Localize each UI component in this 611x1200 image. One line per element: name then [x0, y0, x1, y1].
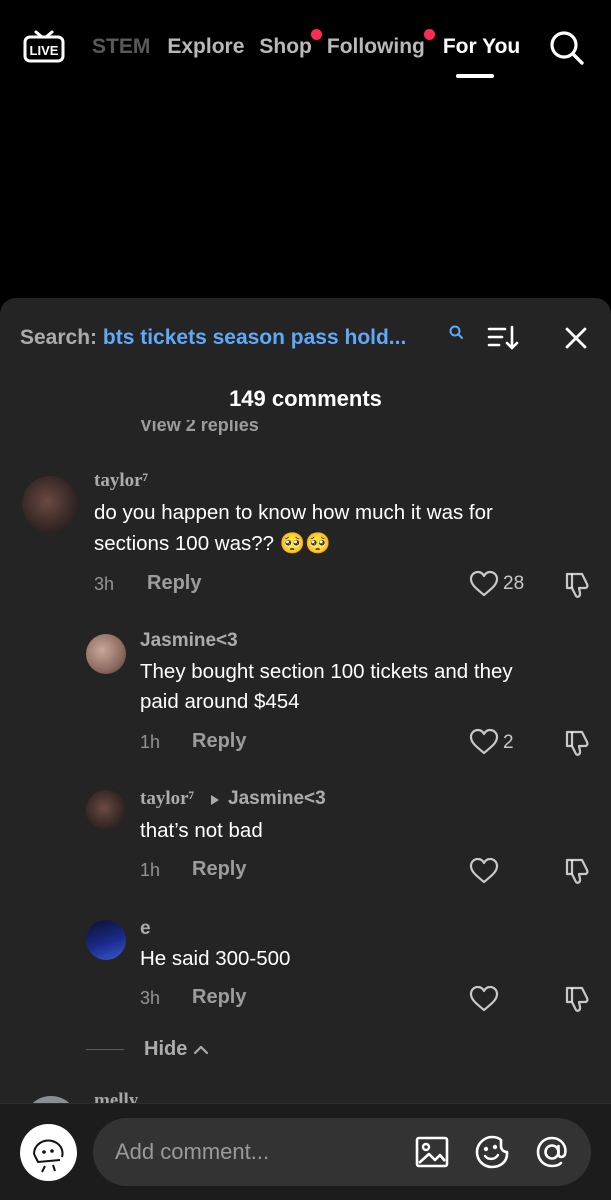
heart-icon[interactable] [469, 857, 499, 885]
tab-explore-label: Explore [167, 35, 245, 58]
sheet-header: Search: bts tickets season pass hold... [0, 298, 611, 378]
reply-text-line-1: that’s not bad [140, 819, 263, 842]
avatar[interactable] [86, 634, 126, 674]
comment-text-line-1: do you happen to know how much it was fo… [94, 501, 493, 524]
reply-time: 1h [140, 860, 161, 880]
reply-button[interactable]: Reply [147, 572, 201, 595]
reply-button[interactable]: Reply [192, 858, 246, 881]
avatar[interactable] [86, 920, 126, 960]
live-icon[interactable]: LIVE [22, 28, 66, 66]
notification-dot [423, 29, 435, 40]
comment-time: 3h [94, 574, 115, 594]
comment-count: 149 comments [229, 386, 382, 411]
reply-username[interactable]: e [140, 918, 151, 940]
mention-icon[interactable] [534, 1134, 570, 1170]
heart-icon[interactable] [469, 570, 499, 598]
heart-icon[interactable] [469, 728, 499, 756]
comments-sheet: Search: bts tickets season pass hold... … [0, 298, 611, 1200]
nav-tabs: STEM Explore Shop Following For You [92, 29, 520, 64]
hide-replies-button[interactable]: Hide [86, 1038, 209, 1061]
dislike-icon[interactable] [562, 570, 592, 600]
chevron-up-icon [194, 1045, 209, 1054]
dislike-icon[interactable] [562, 728, 592, 758]
like-count: 28 [503, 573, 525, 594]
avatar[interactable] [86, 790, 126, 830]
reply-to-username[interactable]: Jasmine<3 [228, 788, 326, 810]
reply-time: 3h [140, 988, 161, 1008]
tab-for-you-label: For You [442, 35, 521, 58]
comment-input-bar: Add comment... [0, 1103, 611, 1200]
tab-for-you[interactable]: For You [443, 35, 520, 59]
reply-username[interactable]: Jasmine<3 [140, 630, 238, 652]
avatar[interactable] [22, 476, 78, 532]
heart-icon[interactable] [469, 985, 499, 1013]
comment-text-line-2: sections 100 was?? 🥺🥺 [94, 532, 331, 555]
sort-icon[interactable] [487, 324, 519, 352]
tab-following[interactable]: Following [326, 29, 435, 59]
caret-right-icon [211, 795, 219, 805]
dislike-icon[interactable] [562, 984, 592, 1014]
search-icon[interactable] [448, 324, 464, 340]
close-icon[interactable] [562, 324, 590, 352]
dislike-icon[interactable] [562, 856, 592, 886]
avatar[interactable] [20, 1124, 77, 1181]
like-count: 2 [503, 732, 514, 753]
view-replies-link[interactable]: View 2 replies [140, 420, 259, 436]
image-icon[interactable] [414, 1134, 450, 1170]
comment-username[interactable]: melly [94, 1090, 138, 1104]
reply-text-line-2: paid around $454 [140, 690, 300, 713]
comment-username[interactable]: taylor⁷ [94, 470, 148, 492]
emoji-icon[interactable] [474, 1134, 510, 1170]
search-prefix: Search: [20, 326, 103, 349]
comment-placeholder: Add comment... [115, 1139, 270, 1164]
tab-explore[interactable]: Explore [167, 35, 244, 59]
tab-stem-label: STEM [92, 35, 151, 58]
reply-text-line-1: He said 300-500 [140, 947, 291, 970]
reply-button[interactable]: Reply [192, 986, 246, 1009]
reply-time: 1h [140, 732, 161, 752]
avatar-doodle-icon [33, 1139, 64, 1173]
top-navigation: LIVE STEM Explore Shop Following For You [0, 0, 611, 300]
tab-stem[interactable]: STEM [92, 35, 150, 59]
reply-username[interactable]: taylor⁷ [140, 788, 194, 810]
search-icon[interactable] [547, 28, 587, 68]
tab-shop[interactable]: Shop [259, 29, 322, 59]
svg-text:LIVE: LIVE [30, 43, 59, 58]
add-comment-field[interactable]: Add comment... [93, 1118, 591, 1186]
search-suggestion[interactable]: Search: bts tickets season pass hold... [20, 326, 406, 350]
reply-text-line-1: They bought section 100 tickets and they [140, 660, 513, 683]
notification-dot [310, 29, 322, 40]
hide-label: Hide [144, 1038, 188, 1060]
tab-following-label: Following [326, 35, 425, 58]
active-tab-indicator [456, 74, 494, 78]
tab-shop-label: Shop [259, 35, 312, 58]
search-query-link[interactable]: bts tickets season pass hold... [103, 326, 406, 349]
divider [86, 1049, 124, 1050]
reply-button[interactable]: Reply [192, 730, 246, 753]
